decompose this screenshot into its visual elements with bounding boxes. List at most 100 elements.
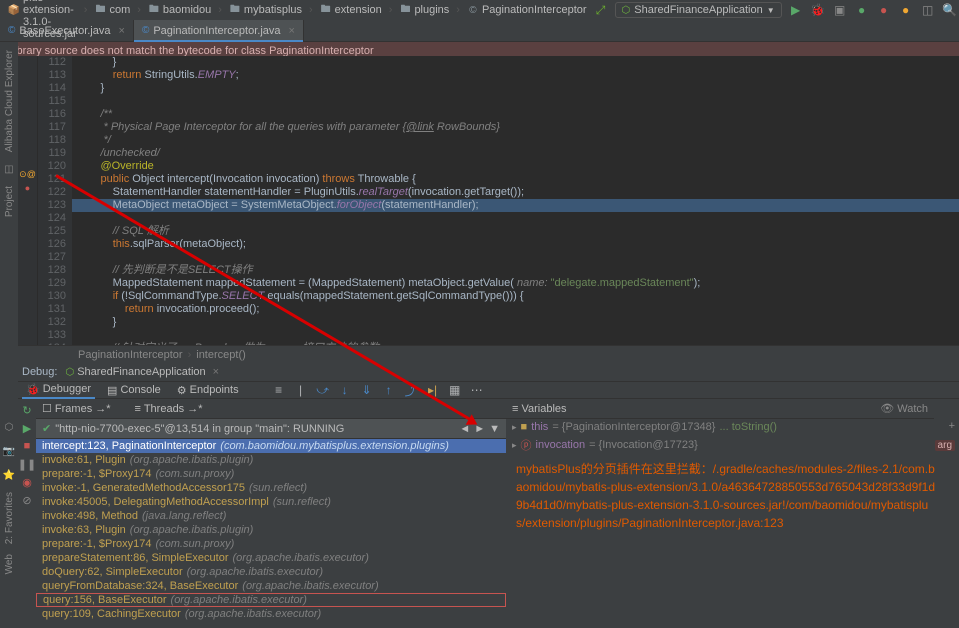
arg-badge: arg (935, 440, 955, 451)
left-tool-tabs: ⬡ 📷 ⭐ 2: Favorites Web (0, 380, 18, 628)
run-config-selector[interactable]: ⬡ SharedFinanceApplication ▼ (615, 2, 782, 18)
spring-icon: ⬡ (622, 5, 631, 16)
eval-icon[interactable]: ▦ (447, 382, 463, 398)
crumb-mybatisplus[interactable]: 🖿mybatisplus (225, 3, 306, 17)
web-tab[interactable]: Web (4, 554, 15, 574)
crumb-class[interactable]: ©PaginationInterceptor (463, 3, 591, 17)
stop-icon[interactable]: ■ (20, 439, 34, 453)
folder-icon: 🖿 (399, 4, 411, 16)
star-icon[interactable]: ⭐ (2, 468, 16, 482)
annotation-text: mybatisPlus的分页插件在这里拦截：/.gradle/caches/mo… (516, 460, 936, 532)
breakpoint-icon[interactable]: ● (18, 181, 37, 194)
dot-red-icon[interactable]: ● (876, 2, 892, 18)
check-icon: ✔ (42, 422, 51, 435)
debug-tab-app[interactable]: ⬡ SharedFinanceApplication × (65, 366, 219, 378)
drop-frame-icon[interactable]: ⤴ (403, 382, 419, 398)
stack-frames: intercept:123, PaginationInterceptor(com… (36, 439, 506, 628)
stack-frame[interactable]: prepareStatement:86, SimpleExecutor(org.… (36, 551, 506, 565)
list-icon[interactable]: ⋯ (469, 382, 485, 398)
crumb-method[interactable]: intercept() (196, 349, 246, 361)
build-icon[interactable]: ⤢ (593, 2, 609, 18)
frames-pane: ☐ Frames →* ≡ Threads →* ✔ "http-nio-770… (36, 399, 506, 628)
debugger-tab[interactable]: 🐞Debugger (22, 382, 95, 399)
class-icon: © (142, 25, 149, 36)
debug-side-toolbar: ↻ ▶ ■ ❚❚ ◉ ⊘ (18, 399, 36, 628)
square-icon[interactable]: ◫ (920, 2, 936, 18)
stack-frame[interactable]: query:109, CachingExecutor(org.apache.ib… (36, 607, 506, 621)
stack-frame[interactable]: query:156, BaseExecutor(org.apache.ibati… (36, 593, 506, 607)
bp-view-icon[interactable]: ◉ (20, 475, 34, 489)
resume-icon[interactable]: ▶ (20, 421, 34, 435)
var-invocation[interactable]: ▸ⓟ invocation = {Invocation@17723} (506, 435, 934, 455)
bug-icon: 🐞 (26, 383, 40, 396)
sidebar-project[interactable]: Project (4, 182, 15, 221)
dot-green-icon[interactable]: ● (854, 2, 870, 18)
run-icon[interactable]: ▶ (788, 2, 804, 18)
var-this[interactable]: ▸■ this = {PaginationInterceptor@17348} … (506, 419, 934, 435)
stack-frame[interactable]: queryFromDatabase:324, BaseExecutor(org.… (36, 579, 506, 593)
editor-breadcrumb: PaginationInterceptor › intercept() (18, 345, 959, 363)
sidebar-acx[interactable]: Alibaba Cloud Explorer (4, 46, 15, 156)
chevron-down-icon: ▼ (767, 6, 775, 15)
code-area[interactable]: } return StringUtils.EMPTY; } /** * Phys… (72, 56, 959, 358)
show-exec-icon[interactable]: ≡ (271, 382, 287, 398)
crumb-extension[interactable]: 🖿extension (316, 3, 386, 17)
debug-header: Debug: ⬡ SharedFinanceApplication × (18, 363, 959, 381)
force-step-icon[interactable]: ⇓ (359, 382, 375, 398)
spring-icon: ⬡ (65, 367, 74, 378)
threads-title: ≡ Threads →* (135, 403, 203, 415)
stack-frame[interactable]: invoke:498, Method(java.lang.reflect) (36, 509, 506, 523)
folder-icon: 🖿 (94, 4, 106, 16)
jar-icon: 📦 (8, 4, 20, 16)
folder-icon: 🖿 (229, 4, 241, 16)
step-icon[interactable]: | (293, 382, 309, 398)
search-icon[interactable]: 🔍 (942, 2, 958, 18)
close-icon[interactable]: × (289, 25, 295, 37)
stack-frame[interactable]: invoke:61, Plugin(org.apache.ibatis.plug… (36, 453, 506, 467)
tab-paginationinterceptor[interactable]: © PaginationInterceptor.java × (134, 20, 304, 41)
console-tab[interactable]: ▤Console (103, 383, 165, 398)
stack-frame[interactable]: prepare:-1, $Proxy174(com.sun.proxy) (36, 537, 506, 551)
stack-frame[interactable]: prepare:-1, $Proxy174(com.sun.proxy) (36, 467, 506, 481)
run-to-cursor-icon[interactable]: ▸| (425, 382, 441, 398)
step-over-icon[interactable]: ⤻ (315, 382, 331, 398)
pause-icon[interactable]: ❚❚ (20, 457, 34, 471)
editor-tabs: © BaseExecutor.java × © PaginationInterc… (0, 20, 959, 42)
endpoints-icon: ⚙ (177, 384, 187, 397)
stack-frame[interactable]: invoke:-1, GeneratedMethodAccessor175(su… (36, 481, 506, 495)
crumb-class[interactable]: PaginationInterceptor (78, 349, 183, 361)
filter-icon[interactable]: ▼ (489, 423, 500, 435)
rebel-icon[interactable]: ⬡ (2, 420, 16, 434)
coverage-icon[interactable]: ▣ (832, 2, 848, 18)
step-into-icon[interactable]: ↓ (337, 382, 353, 398)
mute-bp-icon[interactable]: ⊘ (20, 493, 34, 507)
class-icon: © (8, 25, 15, 36)
endpoints-tab[interactable]: ⚙Endpoints (173, 383, 243, 398)
close-icon[interactable]: × (119, 25, 125, 37)
override-icon[interactable]: ⊙@ (18, 168, 37, 181)
camera-icon[interactable]: 📷 (2, 444, 16, 458)
crumb-com[interactable]: 🖿com (90, 3, 134, 17)
close-icon[interactable]: × (213, 366, 219, 378)
favorites-tab[interactable]: 2: Favorites (4, 492, 15, 544)
vars-title: ≡ Variables (512, 403, 567, 415)
crumb-plugins[interactable]: 🖿plugins (395, 3, 453, 17)
stack-frame[interactable]: doQuery:62, SimpleExecutor(org.apache.ib… (36, 565, 506, 579)
crumb-baomidou[interactable]: 🖿baomidou (144, 3, 215, 17)
frames-title: ☐ Frames →* (42, 402, 111, 415)
dot-yellow-icon[interactable]: ● (898, 2, 914, 18)
step-out-icon[interactable]: ↑ (381, 382, 397, 398)
folder-icon: 🖿 (148, 4, 160, 16)
stack-frame[interactable]: invoke:63, Plugin(org.apache.ibatis.plug… (36, 523, 506, 537)
stack-frame[interactable]: invoke:45005, DelegatingMethodAccessorIm… (36, 495, 506, 509)
thread-selector[interactable]: ✔ "http-nio-7700-exec-5"@13,514 in group… (36, 419, 506, 439)
debug-label: Debug: (22, 366, 57, 378)
stack-frame[interactable]: intercept:123, PaginationInterceptor(com… (36, 439, 506, 453)
add-watch-icon[interactable]: + (949, 420, 955, 432)
tab-baseexecutor[interactable]: © BaseExecutor.java × (0, 20, 134, 41)
debug-icon[interactable]: 🐞 (810, 2, 826, 18)
console-icon: ▤ (107, 384, 117, 397)
sidebar-square-icon[interactable]: ◫ (2, 162, 16, 176)
rerun-icon[interactable]: ↻ (20, 403, 34, 417)
class-icon: © (467, 4, 479, 16)
